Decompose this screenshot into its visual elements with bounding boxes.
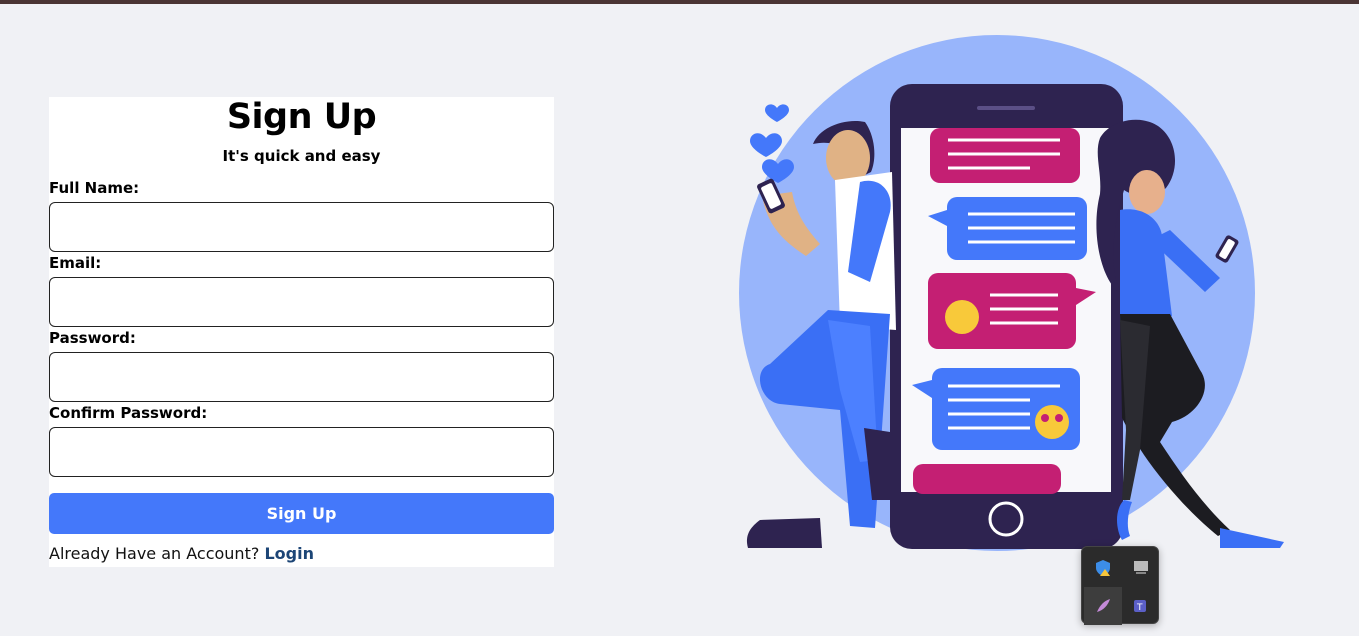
feather-icon[interactable] (1084, 587, 1122, 625)
heart-icon (750, 133, 782, 157)
confirm-password-input[interactable] (49, 427, 554, 477)
full-name-input[interactable] (49, 202, 554, 252)
chat-illustration (739, 35, 1284, 551)
full-name-label: Full Name: (49, 179, 140, 197)
password-label: Password: (49, 329, 136, 347)
kiss-emoji-icon (945, 300, 979, 334)
confirm-password-label: Confirm Password: (49, 404, 208, 422)
sign-up-button[interactable]: Sign Up (49, 493, 554, 534)
login-prompt-text: Already Have an Account? (49, 544, 260, 563)
display-icon[interactable] (1122, 549, 1160, 587)
login-prompt: Already Have an Account? Login (49, 544, 314, 563)
email-input[interactable] (49, 277, 554, 327)
chat-bubble-pink (913, 464, 1061, 494)
login-link[interactable]: Login (264, 544, 314, 563)
teams-icon[interactable]: T (1122, 587, 1160, 625)
system-tray-overflow: T (1081, 546, 1160, 625)
window-top-border (0, 0, 1359, 4)
heart-eyes-emoji-icon (1035, 405, 1069, 439)
form-subtitle: It's quick and easy (222, 147, 381, 165)
windows-security-warning-icon[interactable] (1084, 549, 1122, 587)
form-title: Sign Up (226, 97, 377, 137)
svg-text:T: T (1136, 603, 1143, 613)
email-label: Email: (49, 254, 102, 272)
signup-form: Sign Up It's quick and easy Full Name: E… (49, 97, 554, 567)
heart-icon (765, 104, 789, 122)
phone-speaker (977, 106, 1035, 110)
password-input[interactable] (49, 352, 554, 402)
